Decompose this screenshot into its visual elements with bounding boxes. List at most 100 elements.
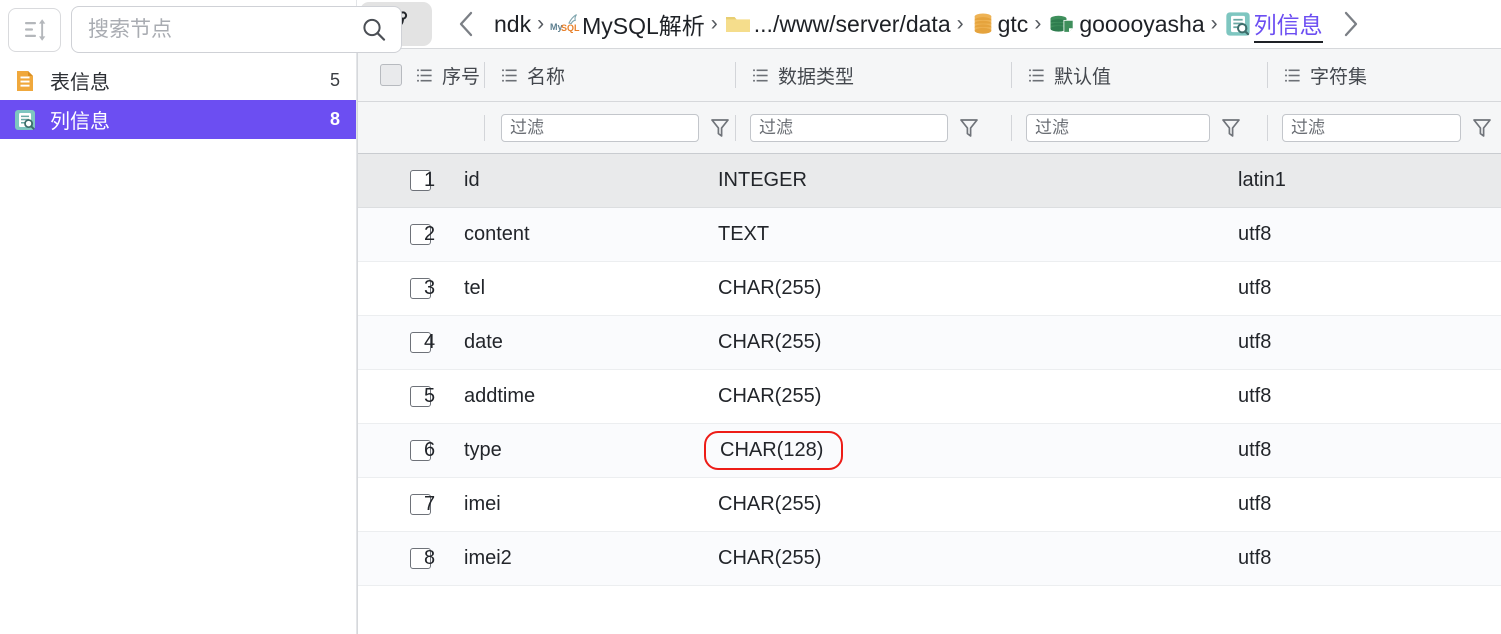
breadcrumb-bar: ndk › My SQL MySQL解析 › .../www/server/da… <box>357 0 1501 48</box>
cell-charset: utf8 <box>1238 331 1272 353</box>
cell-default <box>983 154 1238 207</box>
funnel-icon[interactable] <box>1220 117 1242 139</box>
chevron-right-icon <box>1344 11 1357 37</box>
breadcrumb-item-mysql-parse[interactable]: My SQL MySQL解析 <box>550 7 705 41</box>
mysql-icon: My SQL <box>550 12 580 36</box>
filter-input-default[interactable] <box>1035 117 1201 138</box>
cell-charset: utf8 <box>1238 493 1272 515</box>
cell-seq: 8 <box>416 532 464 585</box>
cell-seq: 2 <box>416 208 464 261</box>
breadcrumb-item-data-folder[interactable]: .../www/server/data <box>724 11 951 38</box>
table-row[interactable]: 5 addtime CHAR(255) utf8 <box>358 370 1501 424</box>
row-seq-value: 1 <box>424 169 436 191</box>
breadcrumb-item-column-info[interactable]: 列信息 <box>1224 6 1323 43</box>
cell-datatype: CHAR(255) <box>718 385 822 407</box>
search-icon[interactable] <box>359 15 389 45</box>
filter-input-default-wrap[interactable] <box>1026 113 1210 142</box>
table-row[interactable]: 2 content TEXT utf8 <box>358 208 1501 262</box>
breadcrumb-item-database-gtc[interactable]: gtc <box>970 11 1028 38</box>
filter-input-charset-wrap[interactable] <box>1282 113 1461 142</box>
columns-table: 序号 名称 数据类型 默认值 字符集 过滤 过滤 过滤 过滤 1 id INTE… <box>357 48 1501 634</box>
sidebar-item-table-info[interactable]: 表信息 5 <box>0 61 356 100</box>
column-header-datatype[interactable]: 数据类型 <box>736 49 1011 101</box>
table-row[interactable]: 4 date CHAR(255) utf8 <box>358 316 1501 370</box>
breadcrumb-label: ndk <box>494 10 532 37</box>
column-info-icon <box>12 107 37 132</box>
filter-cell-seq <box>416 102 484 153</box>
breadcrumb-label: MySQL解析 <box>582 13 705 39</box>
cell-name: type <box>464 439 502 461</box>
left-sidebar: 表信息 5 列信息 8 <box>0 0 402 634</box>
filter-cell-blank <box>358 102 416 153</box>
breadcrumb-label: .../www/server/data <box>753 10 951 37</box>
row-select-cell <box>358 316 431 369</box>
funnel-icon[interactable] <box>1471 117 1493 139</box>
table-row[interactable]: 8 imei2 CHAR(255) utf8 <box>358 532 1501 586</box>
funnel-icon[interactable] <box>709 117 731 139</box>
breadcrumb: ndk › My SQL MySQL解析 › .../www/server/da… <box>494 6 1361 43</box>
filter-cell-datatype <box>736 102 1011 153</box>
cell-datatype: CHAR(255) <box>718 493 822 515</box>
cell-charset: utf8 <box>1238 547 1272 569</box>
cell-name: imei2 <box>464 547 512 569</box>
cell-name: id <box>464 169 480 191</box>
funnel-icon[interactable] <box>958 117 980 139</box>
app-root: 表信息 5 列信息 8 <box>0 0 1501 634</box>
select-all-checkbox[interactable] <box>380 64 402 86</box>
breadcrumb-separator: › <box>1210 12 1218 35</box>
cell-charset: utf8 <box>1238 277 1272 299</box>
cell-name: imei <box>464 493 501 515</box>
column-info-icon <box>1224 10 1252 38</box>
cell-default <box>983 424 1238 477</box>
filter-input-datatype[interactable] <box>759 117 939 138</box>
breadcrumb-forward-button[interactable] <box>1323 9 1361 39</box>
row-select-cell <box>358 532 431 585</box>
row-select-cell <box>358 154 431 207</box>
row-seq-value: 7 <box>424 493 436 515</box>
row-seq-value: 2 <box>424 223 436 245</box>
sidebar-item-label: 表信息 <box>50 72 110 94</box>
column-header-default[interactable]: 默认值 <box>1012 49 1267 101</box>
sort-button[interactable] <box>8 7 61 52</box>
breadcrumb-back-button[interactable] <box>450 9 494 39</box>
cell-name: addtime <box>464 385 536 407</box>
breadcrumb-label: 列信息 <box>1253 6 1323 43</box>
row-select-cell <box>358 478 431 531</box>
table-filter-row <box>358 102 1501 154</box>
folder-icon <box>724 12 752 36</box>
list-icon <box>501 67 518 84</box>
search-box[interactable] <box>71 6 402 53</box>
column-header-charset[interactable]: 字符集 <box>1268 49 1493 101</box>
cell-charset: utf8 <box>1238 439 1272 461</box>
cell-datatype: CHAR(255) <box>718 547 822 569</box>
breadcrumb-separator: › <box>956 12 964 35</box>
row-seq-value: 6 <box>424 439 436 461</box>
column-header-label: 序号 <box>442 66 481 88</box>
filter-input-name-wrap[interactable] <box>501 113 699 142</box>
chevron-left-icon <box>459 11 473 37</box>
column-header-name[interactable]: 名称 <box>485 49 735 101</box>
sidebar-item-column-info[interactable]: 列信息 8 <box>0 100 356 139</box>
cell-default <box>983 478 1238 531</box>
column-header-seq[interactable]: 序号 <box>416 49 484 101</box>
list-icon <box>752 67 769 84</box>
sidebar-item-count: 5 <box>329 70 340 90</box>
table-row[interactable]: 7 imei CHAR(255) utf8 <box>358 478 1501 532</box>
breadcrumb-item-table-gooooyasha[interactable]: gooooyasha <box>1047 11 1205 38</box>
breadcrumb-item-ndk[interactable]: ndk <box>494 11 531 38</box>
search-input[interactable] <box>88 17 359 42</box>
table-row[interactable]: 1 id INTEGER latin1 <box>358 154 1501 208</box>
cell-datatype: CHAR(255) <box>718 277 822 299</box>
column-header-label: 字符集 <box>1310 66 1368 88</box>
filter-input-charset[interactable] <box>1291 117 1452 138</box>
cell-default <box>983 262 1238 315</box>
cell-name: tel <box>464 277 486 299</box>
table-row[interactable]: 3 tel CHAR(255) utf8 <box>358 262 1501 316</box>
filter-input-name[interactable] <box>510 117 690 138</box>
table-row[interactable]: 6 type CHAR(128) utf8 <box>358 424 1501 478</box>
row-seq-value: 5 <box>424 385 436 407</box>
cell-default <box>983 532 1238 585</box>
cell-charset: latin1 <box>1238 169 1286 191</box>
cell-name: date <box>464 331 503 353</box>
filter-input-datatype-wrap[interactable] <box>750 113 948 142</box>
